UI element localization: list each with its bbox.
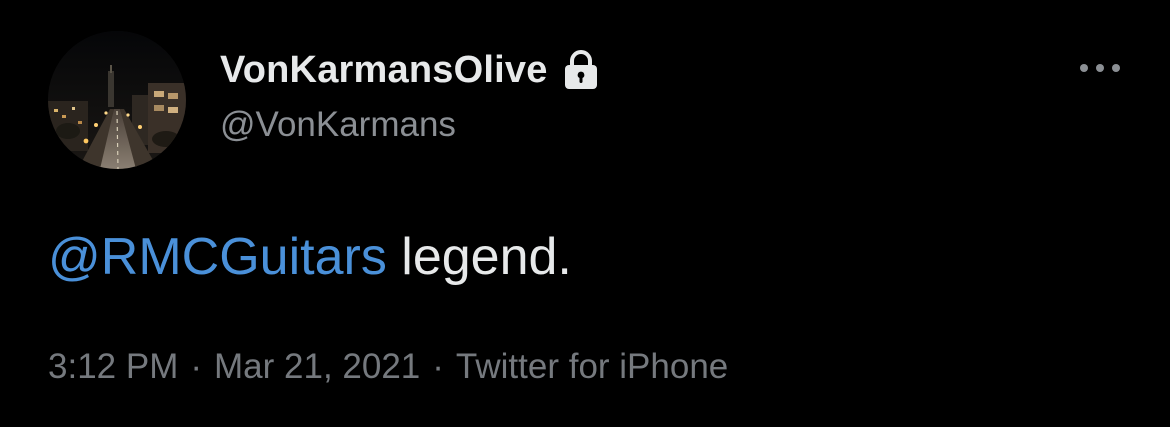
avatar-image bbox=[48, 31, 186, 169]
meta-separator: · bbox=[190, 347, 203, 386]
tweet-source[interactable]: Twitter for iPhone bbox=[456, 347, 728, 386]
author-name-row: VonKarmansOlive bbox=[220, 44, 604, 96]
mention-link[interactable]: @RMCGuitars bbox=[48, 228, 387, 286]
tweet-card: VonKarmansOlive @VonKarmans @RMCGuitars … bbox=[0, 0, 1170, 427]
more-options-icon[interactable] bbox=[1070, 50, 1130, 86]
tweet-date[interactable]: Mar 21, 2021 bbox=[214, 347, 420, 386]
tweet-meta: 3:12 PM · Mar 21, 2021 · Twitter for iPhone bbox=[48, 343, 728, 391]
author-handle[interactable]: @VonKarmans bbox=[220, 102, 456, 148]
lock-icon bbox=[558, 47, 604, 93]
tweet-text: @RMCGuitars legend. bbox=[48, 222, 572, 292]
meta-separator: · bbox=[432, 347, 444, 386]
tweet-time[interactable]: 3:12 PM bbox=[48, 347, 178, 386]
display-name[interactable]: VonKarmansOlive bbox=[220, 44, 548, 96]
tweet-body: legend. bbox=[386, 228, 572, 286]
avatar[interactable] bbox=[48, 31, 186, 169]
